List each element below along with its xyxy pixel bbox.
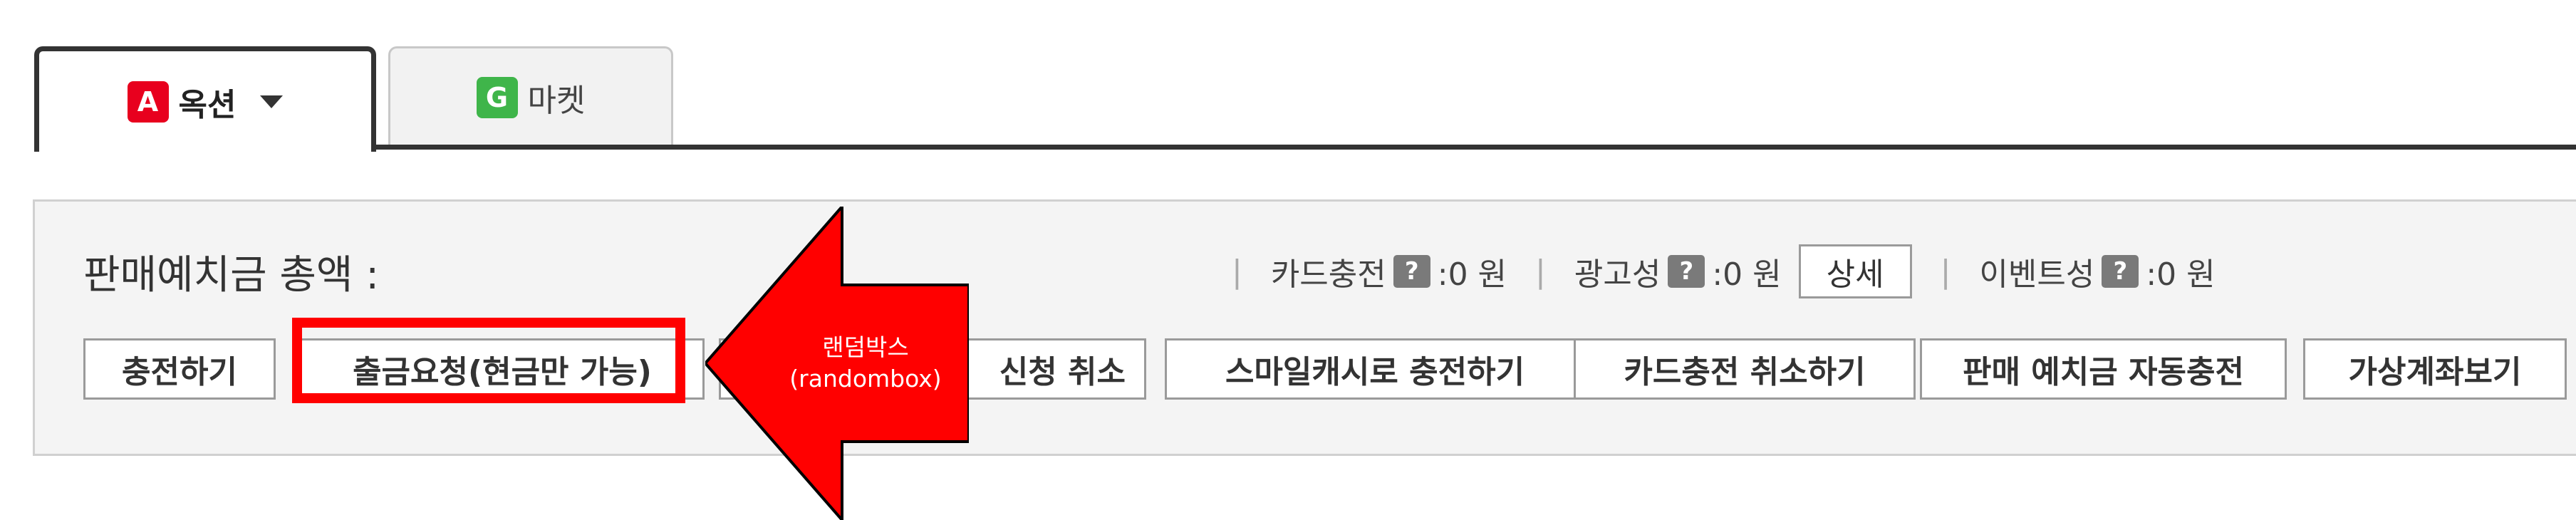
tab-gmarket[interactable]: G 마켓 <box>388 46 673 146</box>
deposit-panel: 판매예치금 총액 : | 카드충전 ? :0 원 | 광고성 ? :0 원 상세… <box>33 199 2576 456</box>
separator: | <box>1232 253 1242 290</box>
detail-button[interactable]: 상세 <box>1798 244 1912 298</box>
charge-button[interactable]: 충전하기 <box>83 338 276 400</box>
card-charge-value: :0 원 <box>1437 256 1507 293</box>
annotation-text-line2: (randombox) <box>789 365 942 392</box>
deposit-summary: | 카드충전 ? :0 원 | 광고성 ? :0 원 상세 | 이벤트성 ? :… <box>1203 244 2216 298</box>
auto-charge-button[interactable]: 판매 예치금 자동충전 <box>1920 338 2287 400</box>
event-label: 이벤트성 <box>1979 256 2095 293</box>
chevron-down-icon[interactable] <box>260 95 284 108</box>
auction-logo-icon: A <box>127 80 169 123</box>
tab-auction[interactable]: A 옥션 <box>34 46 376 152</box>
annotation-text-line1: 랜덤박스 <box>822 333 909 361</box>
help-icon[interactable]: ? <box>2102 255 2139 288</box>
help-icon[interactable]: ? <box>1393 255 1430 288</box>
tab-gmarket-label: 마켓 <box>527 82 586 119</box>
gmarket-logo-icon: G <box>476 76 518 118</box>
annotation-label: 랜덤박스 (randombox) <box>769 332 962 395</box>
tab-auction-label: 옥션 <box>178 86 237 123</box>
tab-divider <box>34 145 2576 150</box>
smilecash-charge-button[interactable]: 스마일캐시로 충전하기 <box>1165 338 1585 400</box>
market-tabs: A 옥션 G 마켓 <box>0 0 2576 152</box>
help-icon[interactable]: ? <box>1668 255 1705 288</box>
withdraw-request-button[interactable]: 출금요청(현금만 가능) <box>300 338 705 400</box>
ad-label: 광고성 <box>1574 256 1661 293</box>
separator: | <box>1940 253 1951 290</box>
card-charge-cancel-button[interactable]: 카드충전 취소하기 <box>1574 338 1916 400</box>
ad-value: :0 원 <box>1712 256 1782 293</box>
event-value: :0 원 <box>2146 256 2216 293</box>
deposit-total-label: 판매예치금 총액 : <box>83 252 380 298</box>
card-charge-label: 카드충전 <box>1270 256 1386 293</box>
virtual-account-button[interactable]: 가상계좌보기 <box>2303 338 2567 400</box>
separator: | <box>1535 253 1546 290</box>
